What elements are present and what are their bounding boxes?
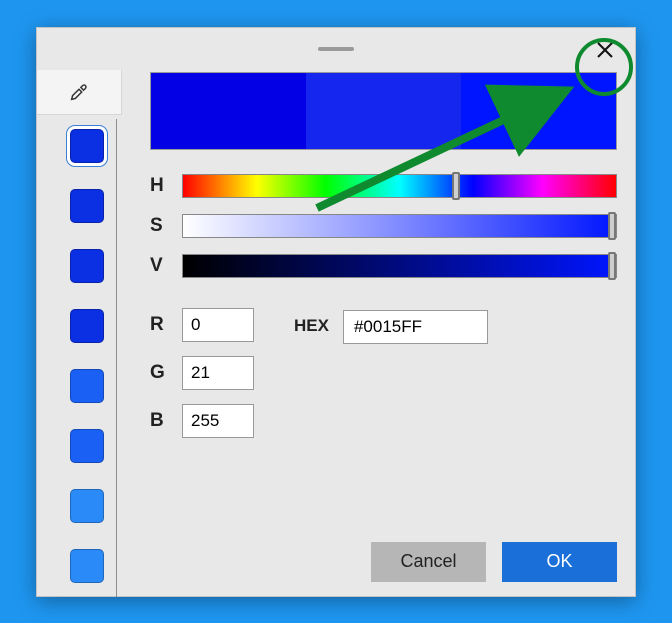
g-label: G	[150, 362, 168, 384]
saturation-label: S	[150, 215, 168, 237]
swatch-0[interactable]	[70, 129, 104, 163]
b-input[interactable]	[182, 404, 254, 438]
saturation-thumb[interactable]	[608, 212, 616, 240]
preview-mid	[306, 73, 461, 149]
titlebar	[37, 28, 635, 70]
swatch-2[interactable]	[70, 249, 104, 283]
ok-button[interactable]: OK	[502, 542, 617, 582]
hex-label: HEX	[294, 310, 329, 336]
swatch-5[interactable]	[70, 429, 104, 463]
g-input[interactable]	[182, 356, 254, 390]
eyedropper-button[interactable]	[37, 70, 122, 115]
hex-input[interactable]	[343, 310, 488, 344]
r-label: R	[150, 314, 168, 336]
swatch-3[interactable]	[70, 309, 104, 343]
b-label: B	[150, 410, 168, 432]
value-label: V	[150, 255, 168, 277]
close-button[interactable]	[583, 32, 627, 68]
swatch-divider	[116, 119, 117, 597]
swatch-1[interactable]	[70, 189, 104, 223]
saturation-slider[interactable]	[182, 214, 617, 238]
r-input[interactable]	[182, 308, 254, 342]
hue-thumb[interactable]	[452, 172, 460, 200]
left-column	[37, 70, 122, 596]
hue-slider[interactable]	[182, 174, 617, 198]
swatch-4[interactable]	[70, 369, 104, 403]
drag-handle[interactable]	[318, 47, 354, 51]
value-slider[interactable]	[182, 254, 617, 278]
swatch-6[interactable]	[70, 489, 104, 523]
main-panel: H S V	[122, 70, 635, 596]
preview-new	[461, 73, 616, 149]
cancel-button[interactable]: Cancel	[371, 542, 486, 582]
swatch-7[interactable]	[70, 549, 104, 583]
value-thumb[interactable]	[608, 252, 616, 280]
color-preview	[150, 72, 617, 150]
close-icon	[596, 41, 614, 59]
swatch-list	[56, 115, 104, 583]
color-picker-dialog: H S V	[36, 27, 636, 597]
preview-old	[151, 73, 306, 149]
eyedropper-icon	[68, 81, 90, 103]
hue-label: H	[150, 175, 168, 197]
